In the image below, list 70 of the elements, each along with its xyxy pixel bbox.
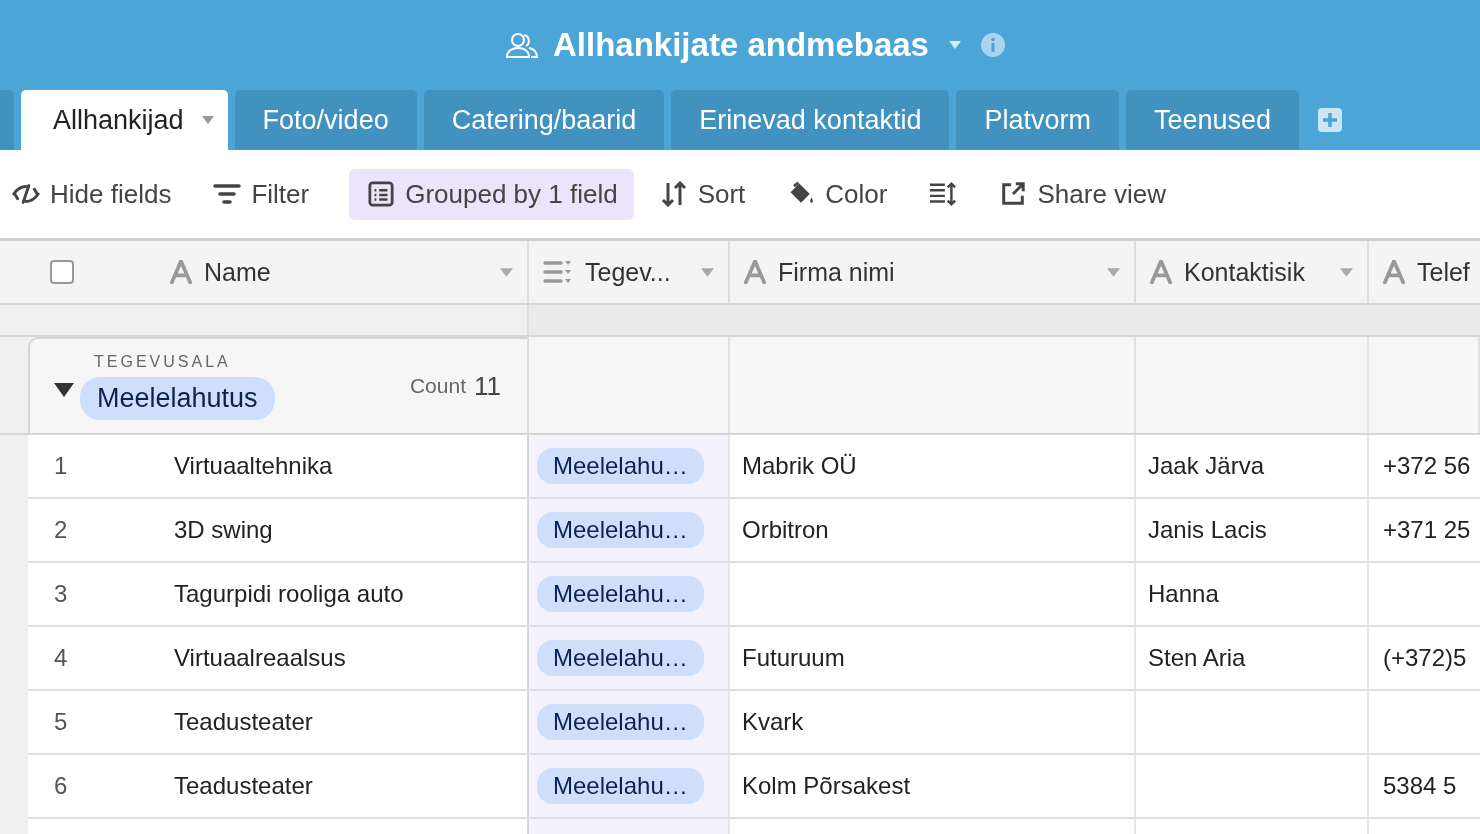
table-cell: (+372)5 xyxy=(1383,644,1467,672)
table-cell: Futuruum xyxy=(742,644,845,672)
count-label: Count xyxy=(409,374,466,398)
caret-icon[interactable] xyxy=(500,267,513,277)
table-cell: Sten Aria xyxy=(1148,644,1246,672)
table-cell: Kolm Põrsakest xyxy=(742,772,911,800)
row-number: 1 xyxy=(54,452,69,480)
row-height-icon xyxy=(929,181,958,207)
sort-icon xyxy=(659,181,688,207)
table-cell: Jaak Järva xyxy=(1148,452,1265,480)
count-value: 11 xyxy=(474,370,501,402)
tag: Meelelahu… xyxy=(537,512,704,548)
info-icon[interactable] xyxy=(981,33,1005,57)
table-cell: 3D swing xyxy=(174,516,273,544)
tag: Meelelahu… xyxy=(537,448,704,484)
table-cell: Tagurpidi rooliga auto xyxy=(174,580,404,608)
row-number: 4 xyxy=(54,644,69,672)
table-cell: Orbitron xyxy=(742,516,829,544)
tag: Meelelahu… xyxy=(537,704,704,740)
toolbar-button[interactable]: Filter xyxy=(211,168,326,220)
row-number: 2 xyxy=(54,516,69,544)
select-field-icon xyxy=(543,260,573,284)
group-header[interactable]: TEGEVUSALA Meelelahutus Count 11 xyxy=(28,337,529,433)
table-cell: Hanna xyxy=(1148,580,1219,608)
select-all-checkbox[interactable] xyxy=(50,260,74,284)
table-tab[interactable]: Allhankijad xyxy=(21,90,228,150)
caret-icon[interactable] xyxy=(949,41,961,49)
caret-icon[interactable] xyxy=(201,116,214,124)
text-field-icon xyxy=(1383,260,1405,284)
caret-icon[interactable] xyxy=(701,267,714,277)
group-tag: Meelelahutus xyxy=(80,376,275,420)
text-field-icon xyxy=(170,260,192,284)
row-number: 5 xyxy=(54,708,69,736)
text-field-icon xyxy=(1150,260,1172,284)
table-cell: Janis Lacis xyxy=(1148,516,1267,544)
toolbar-button[interactable]: Share view xyxy=(997,168,1183,220)
tag: Meelelahu… xyxy=(537,640,704,676)
table-cell: Teadusteater xyxy=(174,772,313,800)
row-number: 6 xyxy=(54,772,69,800)
tag: Meelelahu… xyxy=(537,576,704,612)
caret-icon[interactable] xyxy=(1340,267,1353,277)
filter-icon xyxy=(213,181,242,207)
column-header[interactable]: Name xyxy=(204,257,488,287)
group-field-label: TEGEVUSALA xyxy=(94,352,231,371)
table-cell: Kvark xyxy=(742,708,804,736)
column-header[interactable]: Firma nimi xyxy=(778,257,1095,287)
caret-icon[interactable] xyxy=(1107,267,1120,277)
table-cell: Mabrik OÜ xyxy=(742,452,857,480)
toolbar-button[interactable]: Hide fields xyxy=(10,168,188,220)
toolbar-button[interactable]: Color xyxy=(785,168,904,220)
share-icon xyxy=(999,181,1028,207)
column-header[interactable]: Telef xyxy=(1417,257,1480,287)
table-cell: +371 25 xyxy=(1383,516,1471,544)
users-icon xyxy=(505,31,539,59)
table-cell: 5384 5 xyxy=(1383,772,1457,800)
add-tab-icon[interactable] xyxy=(1318,108,1343,132)
tag: Meelelahu… xyxy=(537,768,704,804)
toolbar-button[interactable]: Grouped by 1 field xyxy=(349,168,634,220)
row-number: 3 xyxy=(54,580,69,608)
column-header[interactable]: Kontaktisik xyxy=(1184,257,1328,287)
table-cell: Teadusteater xyxy=(174,708,313,736)
toolbar-button[interactable]: Sort xyxy=(657,168,762,220)
table-cell: Virtuaaltehnika xyxy=(174,452,333,480)
list-icon xyxy=(367,181,396,207)
table-cell: +372 56 xyxy=(1383,452,1471,480)
collapse-icon[interactable] xyxy=(54,383,74,397)
column-header[interactable]: Tegev... xyxy=(585,257,689,287)
code-slash-icon xyxy=(12,181,40,207)
text-field-icon xyxy=(744,260,766,284)
table-cell: Virtuaalreaalsus xyxy=(174,644,346,672)
